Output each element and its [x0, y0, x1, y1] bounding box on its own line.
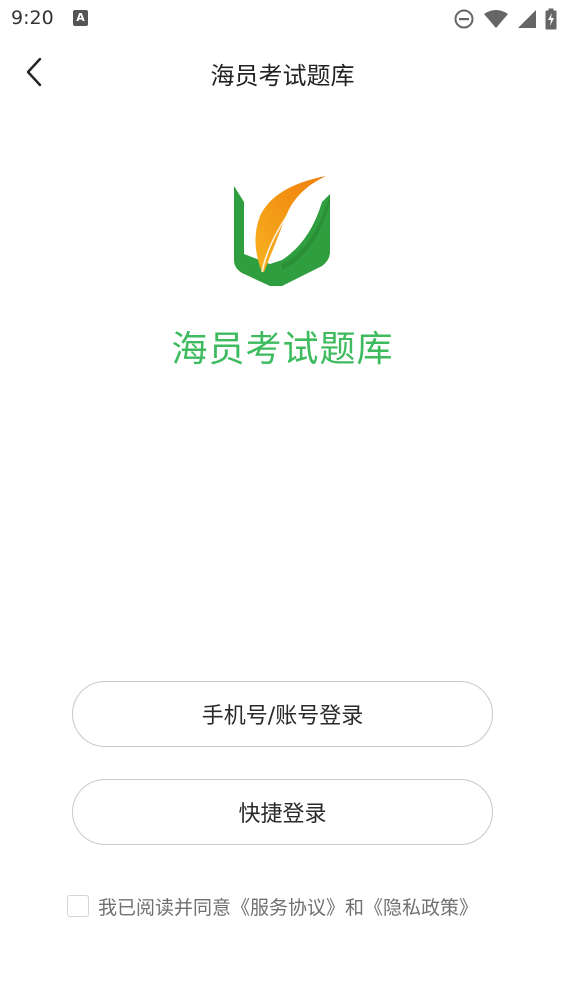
font-a-icon: A: [73, 10, 88, 26]
status-icons: [453, 7, 557, 31]
privacy-policy-link[interactable]: 《隐私政策》: [364, 893, 478, 920]
phone-account-login-button[interactable]: 手机号/账号登录: [72, 681, 493, 747]
wifi-icon: [484, 10, 508, 28]
service-agreement-link[interactable]: 《服务协议》: [231, 893, 345, 920]
battery-charging-icon: [545, 8, 557, 30]
agreement-prefix: 我已阅读并同意: [98, 896, 232, 919]
nav-bar: 海员考试题库: [0, 44, 565, 100]
signal-icon: [518, 10, 536, 28]
app-name: 海员考试题库: [171, 329, 394, 370]
agreement-checkbox[interactable]: [67, 895, 89, 917]
status-time: 9:20: [11, 7, 54, 29]
do-not-disturb-icon: [454, 9, 474, 29]
agreement-row: 我已阅读并同意 《服务协议》 和 《隐私政策》: [67, 893, 478, 919]
app-logo: [234, 176, 330, 286]
login-screen: 9:20 A 海员考试题库 海员考试题库 手机号/账号登录 快捷登录 我已阅读并…: [0, 0, 565, 1004]
agreement-conjunction: 和: [345, 896, 365, 919]
page-title: 海员考试题库: [210, 62, 355, 90]
status-bar: 9:20 A: [0, 0, 565, 38]
quick-login-button[interactable]: 快捷登录: [72, 779, 493, 845]
